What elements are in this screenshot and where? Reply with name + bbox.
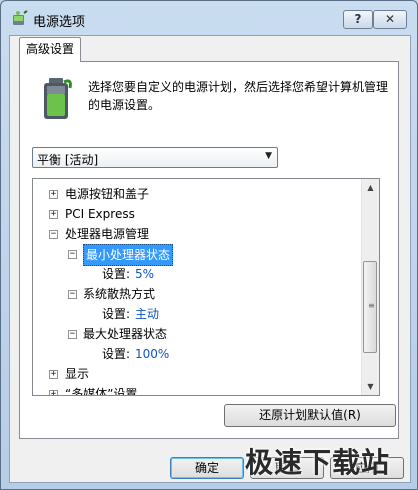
settings-tree[interactable]: + 电源按钮和盖子 + PCI Express − 处理器电源管理 − 最小处理… — [32, 178, 380, 396]
collapse-icon[interactable]: − — [49, 230, 58, 239]
expand-icon[interactable]: + — [49, 210, 58, 219]
tree-item-label: 显示 — [65, 367, 90, 381]
tree-item-label: PCI Express — [65, 207, 135, 221]
tree-item-label: 最大处理器状态 — [83, 327, 168, 341]
power-plan-select[interactable]: 平衡 [活动] ▼ — [32, 147, 278, 168]
power-plan-value: 平衡 [活动] — [37, 153, 99, 167]
power-options-icon — [13, 10, 28, 25]
window-title: 电源选项 — [33, 15, 86, 30]
advanced-settings-panel: 选择您要自定义的电源计划，然后选择您希望计算机管理的电源设置。 平衡 [活动] … — [19, 61, 399, 439]
dropdown-arrow-icon[interactable]: ▼ — [265, 151, 272, 161]
setting-label: 设置: — [102, 267, 131, 281]
restore-defaults-button[interactable]: 还原计划默认值(R) — [224, 404, 396, 427]
battery-icon — [44, 78, 72, 119]
help-button[interactable]: ? — [343, 10, 373, 29]
expand-icon[interactable]: + — [49, 390, 58, 395]
scrollbar-thumb[interactable]: ≡ — [363, 261, 377, 353]
tree-item-label-selected: 最小处理器状态 — [83, 244, 174, 266]
description-text: 选择您要自定义的电源计划，然后选择您希望计算机管理的电源设置。 — [88, 80, 389, 112]
tree-item-label: 电源按钮和盖子 — [65, 187, 150, 201]
power-options-window: 电源选项 ? ✕ 高级设置 选择您要自定义的电源计划，然后选择您希望计算机管理的… — [0, 0, 418, 490]
expand-icon[interactable]: + — [49, 190, 58, 199]
tree-item-label: 系统散热方式 — [83, 287, 156, 301]
close-button[interactable]: ✕ — [373, 10, 407, 29]
title-bar[interactable]: 电源选项 ? ✕ — [1, 1, 417, 35]
dialog-body: 高级设置 选择您要自定义的电源计划，然后选择您希望计算机管理的电源设置。 平衡 … — [9, 35, 411, 483]
tree-item-label: “多媒体”设置 — [65, 387, 138, 396]
expand-icon[interactable]: + — [49, 370, 58, 379]
collapse-icon[interactable]: − — [68, 250, 77, 259]
setting-value[interactable]: 主动 — [135, 304, 159, 324]
setting-value[interactable]: 5% — [135, 264, 154, 284]
setting-label: 设置: — [102, 307, 131, 321]
setting-label: 设置: — [102, 347, 131, 361]
tree-content: + 电源按钮和盖子 + PCI Express − 处理器电源管理 − 最小处理… — [33, 179, 360, 395]
tab-advanced-settings[interactable]: 高级设置 — [19, 37, 81, 62]
setting-value[interactable]: 100% — [135, 344, 169, 364]
vertical-scrollbar[interactable]: ▲ ≡ ▼ — [361, 179, 379, 395]
ok-button[interactable]: 确定 — [170, 457, 244, 479]
tree-item-label: 处理器电源管理 — [65, 227, 150, 241]
scroll-up-arrow-icon[interactable]: ▲ — [362, 179, 379, 196]
collapse-icon[interactable]: − — [68, 290, 77, 299]
collapse-icon[interactable]: − — [68, 330, 77, 339]
scroll-down-arrow-icon[interactable]: ▼ — [362, 378, 379, 395]
watermark-text: 极速下载站 — [245, 446, 391, 479]
grip-icon: ≡ — [368, 301, 375, 310]
